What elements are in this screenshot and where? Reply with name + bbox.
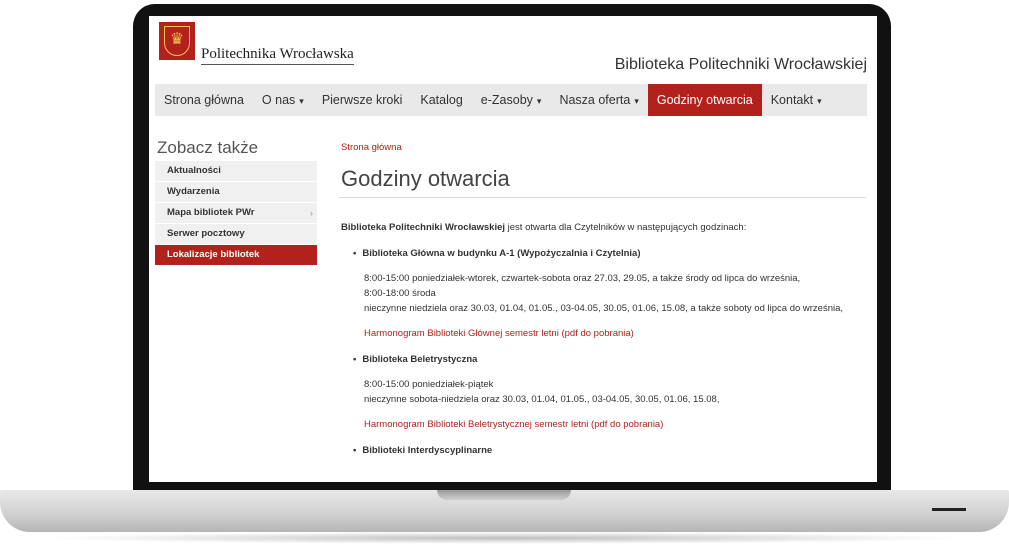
sidebar-item-library-locations[interactable]: Lokalizacje bibliotek (155, 245, 317, 266)
nav-label: Kontakt (770, 93, 814, 107)
sidebar-item-label: Serwer pocztowy (167, 228, 245, 239)
nav-item-first-steps[interactable]: Pierwsze kroki (313, 84, 412, 116)
nav-item-opening-hours[interactable]: Godziny otwarcia (647, 84, 762, 116)
sidebar-menu: Aktualności Wydarzenia Mapa bibliotek PW… (155, 161, 317, 266)
hours-line: 8:00-15:00 poniedziałek-piątek (364, 379, 494, 390)
nav-item-about[interactable]: O nas ▾ (253, 84, 313, 116)
chevron-down-icon: ▾ (536, 96, 542, 106)
nav-item-e-resources[interactable]: e-Zasoby ▾ (472, 84, 551, 116)
chevron-down-icon: ▾ (634, 96, 639, 106)
sidebar-item-events[interactable]: Wydarzenia (155, 182, 317, 203)
sidebar-item-news[interactable]: Aktualności (155, 161, 317, 182)
university-logo-icon[interactable]: ♛ (159, 22, 195, 60)
sidebar-heading: Zobacz także (157, 138, 259, 157)
sidebar-item-mail-server[interactable]: Serwer pocztowy (155, 224, 317, 245)
sidebar-item-library-map[interactable]: Mapa bibliotek PWr › (155, 203, 317, 224)
nav-label: Pierwsze kroki (321, 93, 403, 107)
intro-text: jest otwarta dla Czytelników w następują… (505, 222, 747, 233)
nav-item-our-offer[interactable]: Nasza oferta ▾ (550, 84, 647, 116)
main-navigation: Strona główna O nas ▾ Pierwsze kroki Kata… (155, 84, 867, 116)
nav-label: Strona główna (164, 93, 244, 107)
nav-label: Nasza oferta (559, 93, 631, 107)
chevron-right-icon: › (310, 208, 313, 218)
section-heading-fiction-library: Biblioteka Beletrystyczna (353, 354, 871, 365)
section-heading-main-library: Biblioteka Główna w budynku A-1 (Wypożyc… (353, 248, 871, 259)
sidebar-item-label: Mapa bibliotek PWr (167, 207, 255, 218)
page-title: Godziny otwarcia (341, 166, 510, 191)
schedule-link-fiction-library[interactable]: Harmonogram Biblioteki Beletrystycznej s… (364, 419, 871, 430)
section-heading-interdisciplinary-libraries: Biblioteki Interdyscyplinarne (353, 445, 871, 456)
breadcrumb-home-link[interactable]: Strona główna (341, 142, 402, 153)
hours-line: 8:00-15:00 poniedziałek-wtorek, czwartek… (364, 273, 801, 284)
nav-item-home[interactable]: Strona główna (155, 84, 253, 116)
laptop-base (0, 490, 1009, 532)
hours-line: 8:00-18:00 środa (364, 288, 436, 299)
sidebar-item-label: Wydarzenia (167, 186, 220, 197)
laptop-hinge-notch (437, 490, 571, 500)
university-name-link[interactable]: Politechnika Wrocławska (201, 46, 354, 65)
sidebar-item-label: Aktualności (167, 165, 221, 176)
library-name: Biblioteka Politechniki Wrocławskiej (614, 56, 867, 73)
hours-line: nieczynne sobota-niedziela oraz 30.03, 0… (364, 394, 720, 405)
intro-library-name: Biblioteka Politechniki Wrocławskiej (341, 222, 506, 233)
chevron-down-icon: ▾ (817, 96, 822, 106)
nav-label: Godziny otwarcia (656, 93, 753, 107)
schedule-link-main-library[interactable]: Harmonogram Biblioteki Głównej semestr l… (364, 328, 871, 339)
hours-line: nieczynne niedziela oraz 30.03, 01.04, 0… (364, 303, 844, 314)
browser-screen: ♛ Politechnika Wrocławska Biblioteka Pol… (149, 16, 877, 482)
nav-label: Katalog (420, 93, 463, 107)
main-content: Biblioteka Politechniki Wrocławskiej jes… (341, 222, 871, 456)
sidebar-item-label: Lokalizacje bibliotek (167, 249, 260, 260)
eagle-crest-icon: ♛ (164, 26, 190, 56)
title-divider (339, 197, 866, 198)
nav-label: O nas (261, 93, 296, 107)
intro-paragraph: Biblioteka Politechniki Wrocławskiej jes… (341, 222, 871, 233)
nav-item-catalog[interactable]: Katalog (411, 84, 471, 116)
nav-item-contact[interactable]: Kontakt ▾ (762, 84, 831, 116)
chevron-down-icon: ▾ (299, 96, 304, 106)
laptop-shadow (40, 532, 970, 544)
nav-label: e-Zasoby (480, 93, 533, 107)
laptop-indicator-bar (932, 508, 966, 511)
